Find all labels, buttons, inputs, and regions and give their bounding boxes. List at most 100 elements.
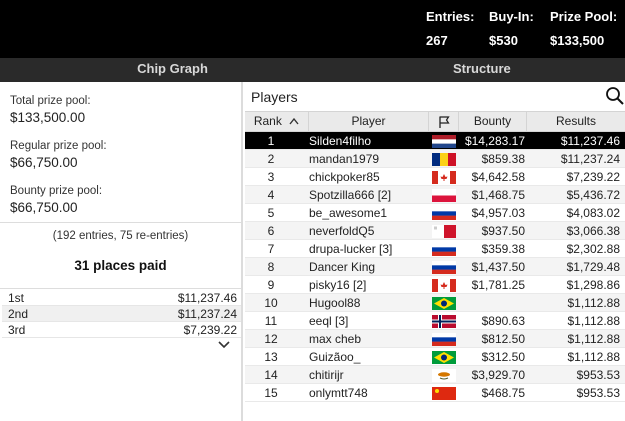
- player-name: mandan1979: [309, 152, 380, 166]
- bounty-cell: $1,781.25: [471, 278, 525, 292]
- table-row[interactable]: 4 Spotzilla666 [2] $1,468.75 $5,436.72: [245, 186, 625, 204]
- country-flag-icon: [432, 171, 456, 184]
- rank-cell: 12: [264, 332, 278, 346]
- tab-structure[interactable]: Structure: [345, 58, 625, 82]
- player-name: eeql [3]: [309, 314, 349, 328]
- players-title: Players: [251, 89, 298, 105]
- payout-place: 2nd: [8, 307, 29, 321]
- bounty-cell: [458, 294, 525, 312]
- results-cell: $1,112.88: [567, 332, 621, 346]
- player-name: chitirijr: [309, 368, 344, 382]
- table-row[interactable]: 11 eeql [3] $890.63 $1,112.88: [245, 312, 625, 330]
- table-row[interactable]: 5 be_awesome1 $4,957.03 $4,083.02: [245, 204, 625, 222]
- player-name: drupa-lucker [3]: [309, 242, 393, 256]
- results-cell: $1,112.88: [567, 350, 621, 364]
- table-row[interactable]: 8 Dancer King $1,437.50 $1,729.48: [245, 258, 625, 276]
- column-results[interactable]: Results: [527, 112, 625, 131]
- payout-place: 3rd: [8, 323, 26, 337]
- player-name: chickpoker85: [309, 170, 380, 184]
- divider: [0, 222, 241, 223]
- country-flag-icon: [432, 153, 456, 166]
- payout-amount: $11,237.46: [177, 291, 237, 305]
- tournament-header: Entries: 267 Buy-In: $530 Prize Pool: $1…: [0, 0, 625, 58]
- rank-cell: 14: [264, 368, 278, 382]
- column-player[interactable]: Player: [309, 112, 429, 131]
- bounty-cell: $1,468.75: [471, 188, 525, 202]
- bounty-cell: $468.75: [481, 386, 525, 400]
- results-cell: $1,112.88: [567, 296, 621, 310]
- bounty-cell: $890.63: [481, 314, 525, 328]
- sort-ascending-icon: [289, 118, 299, 125]
- rank-cell: 13: [264, 350, 278, 364]
- rank-cell: 4: [267, 188, 275, 202]
- table-row[interactable]: 10 Hugool88 $1,112.88: [245, 294, 625, 312]
- country-flag-icon: [432, 207, 456, 220]
- player-name: pisky16 [2]: [309, 278, 367, 292]
- payout-row: 2nd $11,237.24: [2, 306, 241, 322]
- column-bounty[interactable]: Bounty: [459, 112, 527, 131]
- table-row[interactable]: 13 Guizãoo_ $312.50 $1,112.88: [245, 348, 625, 366]
- bounty-prize-pool: Bounty prize pool: $66,750.00: [10, 185, 102, 215]
- table-row[interactable]: 6 neverfoldQ5 $937.50 $3,066.38: [245, 222, 625, 240]
- rank-cell: 9: [267, 278, 275, 292]
- table-row[interactable]: 7 drupa-lucker [3] $359.38 $2,302.88: [245, 240, 625, 258]
- rank-cell: 7: [267, 242, 275, 256]
- bounty-cell: $3,929.70: [471, 368, 525, 382]
- divider: [0, 288, 241, 289]
- bounty-cell: $1,437.50: [471, 260, 525, 274]
- pool-value: $66,750.00: [10, 155, 78, 170]
- results-cell: $11,237.24: [560, 152, 620, 166]
- payout-list[interactable]: 1st $11,237.46 2nd $11,237.24 3rd $7,239…: [2, 290, 241, 338]
- table-row[interactable]: 15 onlymtt748 $468.75 $953.53: [245, 384, 625, 402]
- column-rank[interactable]: Rank: [245, 112, 309, 131]
- country-flag-icon: [432, 225, 456, 238]
- table-row[interactable]: 12 max cheb $812.50 $1,112.88: [245, 330, 625, 348]
- table-row[interactable]: 14 chitirijr $3,929.70 $953.53: [245, 366, 625, 384]
- results-cell: $5,436.72: [566, 188, 620, 202]
- results-cell: $1,112.88: [567, 314, 621, 328]
- country-flag-icon: [432, 333, 456, 346]
- search-icon[interactable]: [605, 86, 625, 106]
- table-row[interactable]: 9 pisky16 [2] $1,781.25 $1,298.86: [245, 276, 625, 294]
- places-paid: 31 places paid: [74, 258, 167, 273]
- stat-label: Prize Pool:: [550, 9, 618, 24]
- country-flag-icon: [432, 369, 456, 382]
- table-row[interactable]: 3 chickpoker85 $4,642.58 $7,239.22: [245, 168, 625, 186]
- country-flag-icon: [432, 279, 456, 292]
- player-name: max cheb: [309, 332, 362, 346]
- table-row[interactable]: 1 Silden4filho $14,283.17 $11,237.46: [245, 132, 625, 150]
- pool-value: $66,750.00: [10, 200, 78, 215]
- payout-amount: $7,239.22: [183, 323, 237, 337]
- country-flag-icon: [432, 243, 456, 256]
- column-country[interactable]: [429, 112, 459, 131]
- results-cell: $953.53: [576, 368, 620, 382]
- country-flag-icon: [432, 261, 456, 274]
- tab-chip-graph[interactable]: Chip Graph: [0, 58, 345, 82]
- stat-label: Buy-In:: [489, 9, 534, 24]
- pool-label: Total prize pool:: [10, 95, 91, 107]
- country-flag-icon: [432, 189, 456, 202]
- rank-cell: 10: [264, 296, 278, 310]
- table-row[interactable]: 2 mandan1979 $859.38 $11,237.24: [245, 150, 625, 168]
- country-flag-icon: [432, 297, 456, 310]
- results-cell: $1,298.86: [566, 278, 620, 292]
- rank-cell: 3: [267, 170, 275, 184]
- rank-cell: 8: [267, 260, 275, 274]
- player-name: Spotzilla666 [2]: [309, 188, 392, 202]
- payout-row: 1st $11,237.46: [2, 290, 241, 306]
- pool-label: Regular prize pool:: [10, 140, 107, 152]
- pool-label: Bounty prize pool:: [10, 185, 103, 197]
- total-prize-pool: Total prize pool: $133,500.00: [10, 95, 91, 125]
- pool-value: $133,500.00: [10, 110, 86, 125]
- flag-icon: [438, 116, 450, 128]
- rank-cell: 2: [267, 152, 275, 166]
- player-name: Guizãoo_: [309, 350, 361, 364]
- bounty-cell: $359.38: [481, 242, 525, 256]
- column-rank-label: Rank: [253, 114, 282, 128]
- chevron-down-icon[interactable]: [214, 338, 234, 352]
- stat-value: $133,500: [550, 33, 605, 48]
- bounty-cell: $937.50: [481, 224, 525, 238]
- rank-cell: 1: [267, 134, 275, 148]
- bounty-cell: $14,283.17: [464, 134, 525, 148]
- bounty-cell: $4,642.58: [471, 170, 525, 184]
